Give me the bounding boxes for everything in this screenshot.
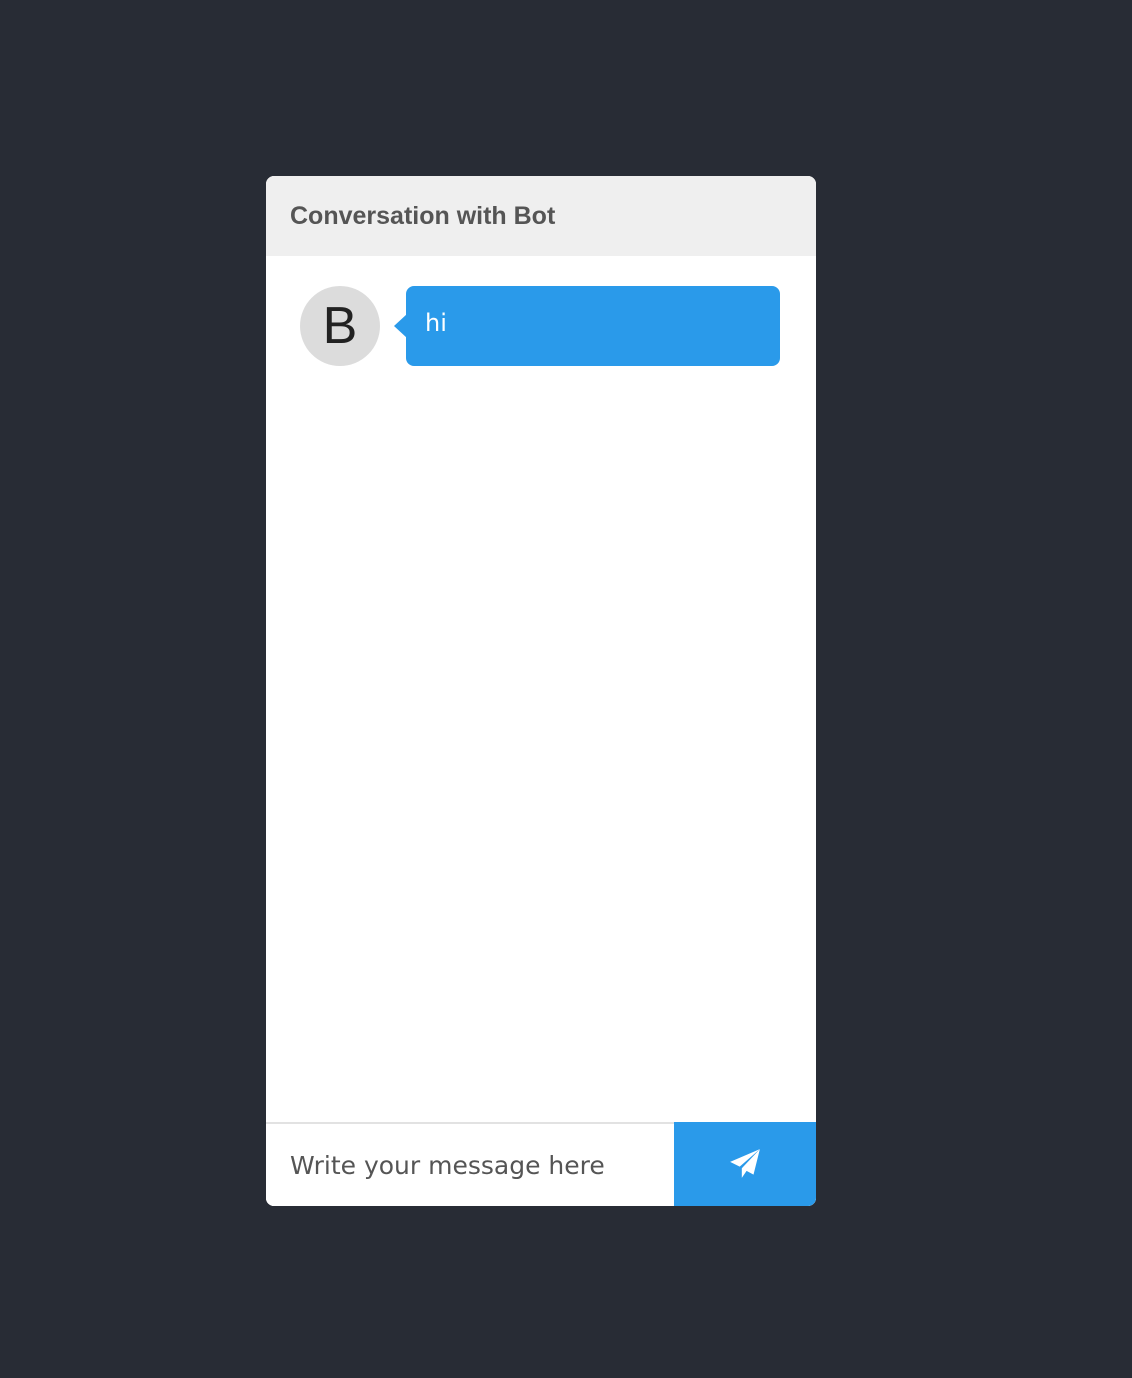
- chat-header: Conversation with Bot: [266, 176, 816, 256]
- message-bubble: hi: [394, 286, 780, 366]
- message-composer: [266, 1122, 816, 1206]
- send-button[interactable]: [674, 1122, 816, 1206]
- message-input[interactable]: [266, 1124, 674, 1206]
- message-text: hi: [425, 309, 447, 337]
- avatar-letter: B: [322, 297, 358, 355]
- message-list[interactable]: B hi: [266, 256, 816, 1122]
- chat-window: Conversation with Bot B hi: [266, 176, 816, 1206]
- bot-avatar: B: [300, 286, 380, 366]
- chat-title: Conversation with Bot: [290, 201, 556, 230]
- message-item: B hi: [300, 286, 780, 366]
- paper-plane-icon: [730, 1149, 760, 1178]
